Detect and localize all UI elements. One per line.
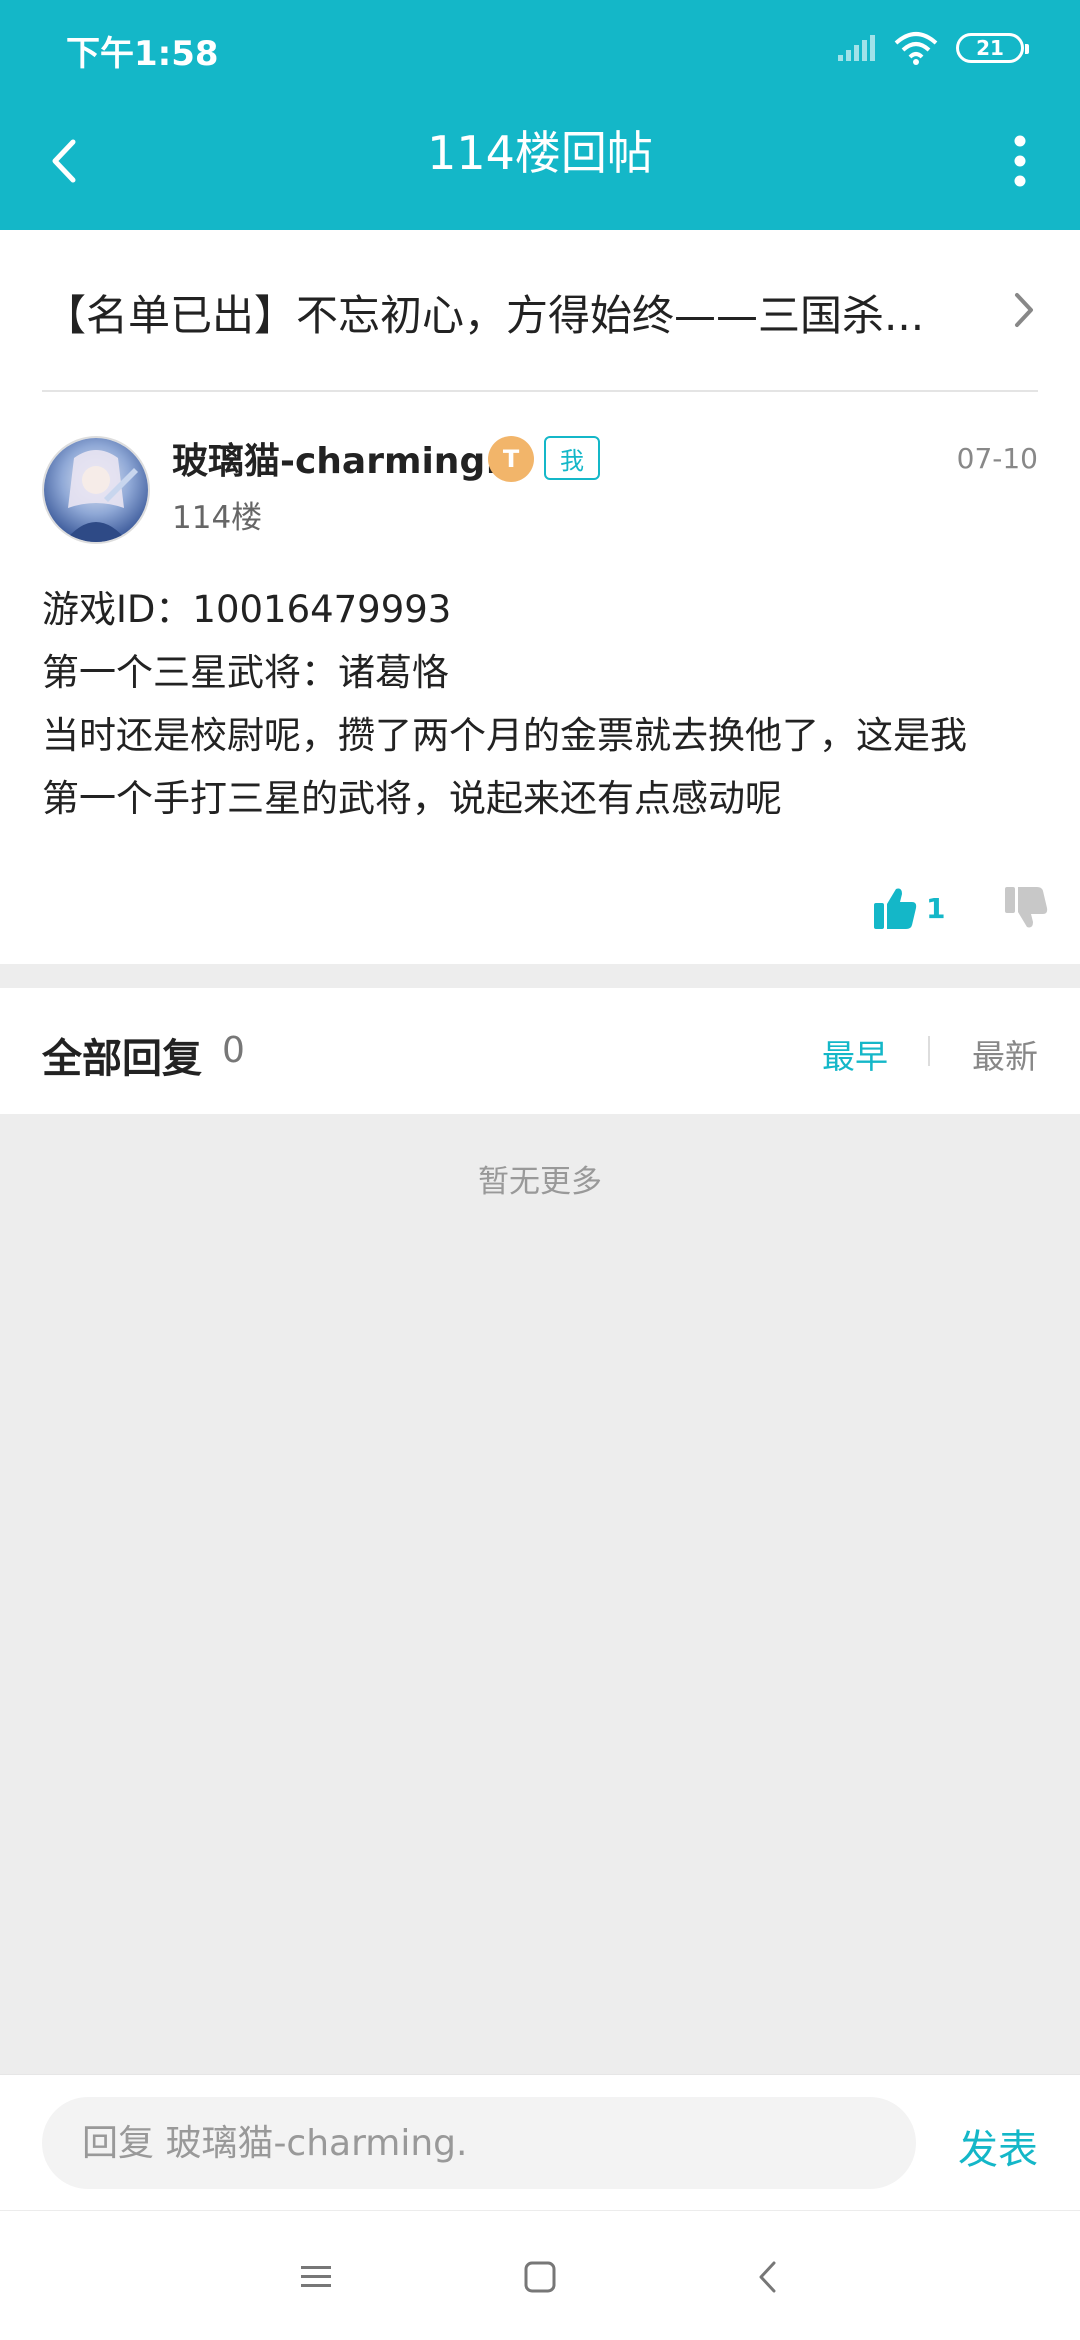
post-line: 第一个三星武将：诸葛恪 (42, 651, 449, 694)
more-vertical-icon (1014, 135, 1026, 187)
empty-message: 暂无更多 (478, 1164, 602, 1200)
replies-count: 0 (222, 1030, 245, 1071)
status-time: 下午1:58 (66, 34, 219, 74)
page-title: 114楼回帖 (427, 126, 653, 180)
publish-button[interactable]: 发表 (958, 2117, 1038, 2175)
app-bar: 114楼回帖 (0, 96, 1080, 230)
wifi-icon (894, 32, 938, 65)
like-button[interactable]: 1 (872, 880, 945, 936)
battery-level: 21 (976, 36, 1004, 60)
thumbs-up-icon (874, 888, 917, 929)
chevron-right-icon (1015, 293, 1033, 327)
post-line: 当时还是校尉呢，攒了两个月的金票就去换他了，这是我 (42, 714, 967, 757)
status-bar: 下午1:58 21 (0, 0, 1080, 96)
menu-icon (301, 2266, 331, 2287)
system-nav-bar (0, 2210, 1080, 2340)
thread-title: 【名单已出】不忘初心，方得始终——三国杀... (44, 291, 925, 340)
me-badge: 我 (544, 436, 600, 480)
user-name[interactable]: 玻璃猫-charming. (172, 432, 499, 484)
post-card: 玻璃猫-charming. T 我 07-10 114楼 游戏ID：100164… (0, 392, 1080, 964)
reply-bar: 发表 (0, 2074, 1080, 2210)
post-line: 游戏ID：10016479993 (42, 588, 452, 631)
dislike-button[interactable] (1000, 880, 1052, 936)
home-button[interactable] (510, 2247, 570, 2307)
replies-list: 暂无更多 (0, 1114, 1080, 2074)
nav-back-icon (759, 2261, 776, 2293)
sort-earliest-tab[interactable]: 最早 (822, 1030, 888, 1078)
avatar[interactable] (42, 436, 150, 544)
post-line: 第一个手打三星的武将，说起来还有点感动呢 (42, 777, 782, 820)
more-options-button[interactable] (990, 126, 1050, 196)
like-count: 1 (926, 891, 946, 925)
home-icon (524, 2261, 556, 2293)
sort-divider (928, 1036, 930, 1066)
thread-arrow (994, 280, 1054, 340)
level-badge-text: T (502, 445, 520, 473)
thumbs-down-icon (1005, 887, 1048, 928)
sort-newest-tab[interactable]: 最新 (972, 1030, 1038, 1078)
avatar-image (44, 438, 148, 542)
reply-input[interactable] (42, 2097, 916, 2189)
signal-icon (838, 35, 875, 61)
status-icons: 21 (836, 28, 1029, 68)
menu-button[interactable] (286, 2247, 346, 2307)
post-date: 07-10 (956, 442, 1038, 475)
floor-label: 114楼 (172, 500, 263, 536)
post-body: 游戏ID：10016479993 第一个三星武将：诸葛恪 当时还是校尉呢，攒了两… (42, 578, 1042, 830)
replies-title: 全部回复 (42, 1036, 202, 1082)
battery-icon: 21 (956, 33, 1029, 63)
nav-back-button[interactable] (738, 2247, 798, 2307)
replies-header: 全部回复 0 最早 最新 (0, 988, 1080, 1114)
thread-link[interactable]: 【名单已出】不忘初心，方得始终——三国杀... (0, 230, 1080, 392)
level-badge: T (488, 436, 534, 482)
